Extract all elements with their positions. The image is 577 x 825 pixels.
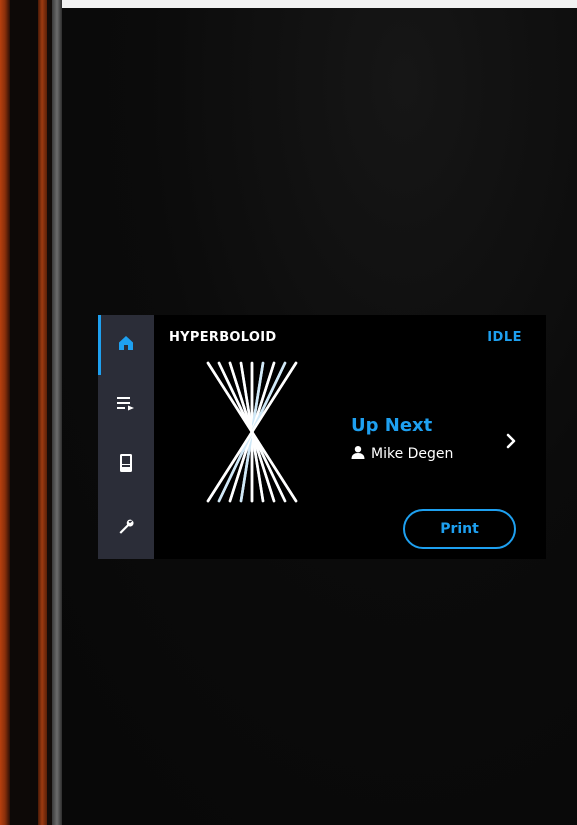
chevron-right-icon[interactable] (504, 431, 518, 451)
nav-item-tools[interactable] (98, 499, 154, 559)
hyperboloid-preview-icon (202, 357, 302, 507)
queue-owner: Mike Degen (351, 444, 453, 463)
device-edge-orange-inner (38, 0, 47, 825)
nav-item-material[interactable] (98, 435, 154, 495)
job-title: HYPERBOLOID (169, 330, 277, 345)
device-edge-orange (0, 0, 10, 825)
cartridge-icon (118, 453, 134, 477)
up-next-label[interactable]: Up Next (351, 415, 432, 436)
nav-rail (98, 315, 154, 559)
home-icon (117, 334, 135, 356)
wrench-icon (117, 518, 135, 540)
device-edge-dark (10, 0, 38, 825)
nav-item-home[interactable] (98, 315, 154, 375)
touch-screen: HYPERBOLOID IDLE Up Next Mike Degen Prin… (98, 315, 546, 559)
print-button[interactable]: Print (403, 509, 516, 549)
playlist-icon (116, 394, 136, 416)
owner-name: Mike Degen (371, 445, 454, 462)
nav-item-queue[interactable] (98, 375, 154, 435)
printer-status: IDLE (487, 330, 522, 345)
top-frame (0, 0, 577, 8)
user-icon (351, 444, 365, 463)
device-edge-gray (52, 0, 62, 825)
